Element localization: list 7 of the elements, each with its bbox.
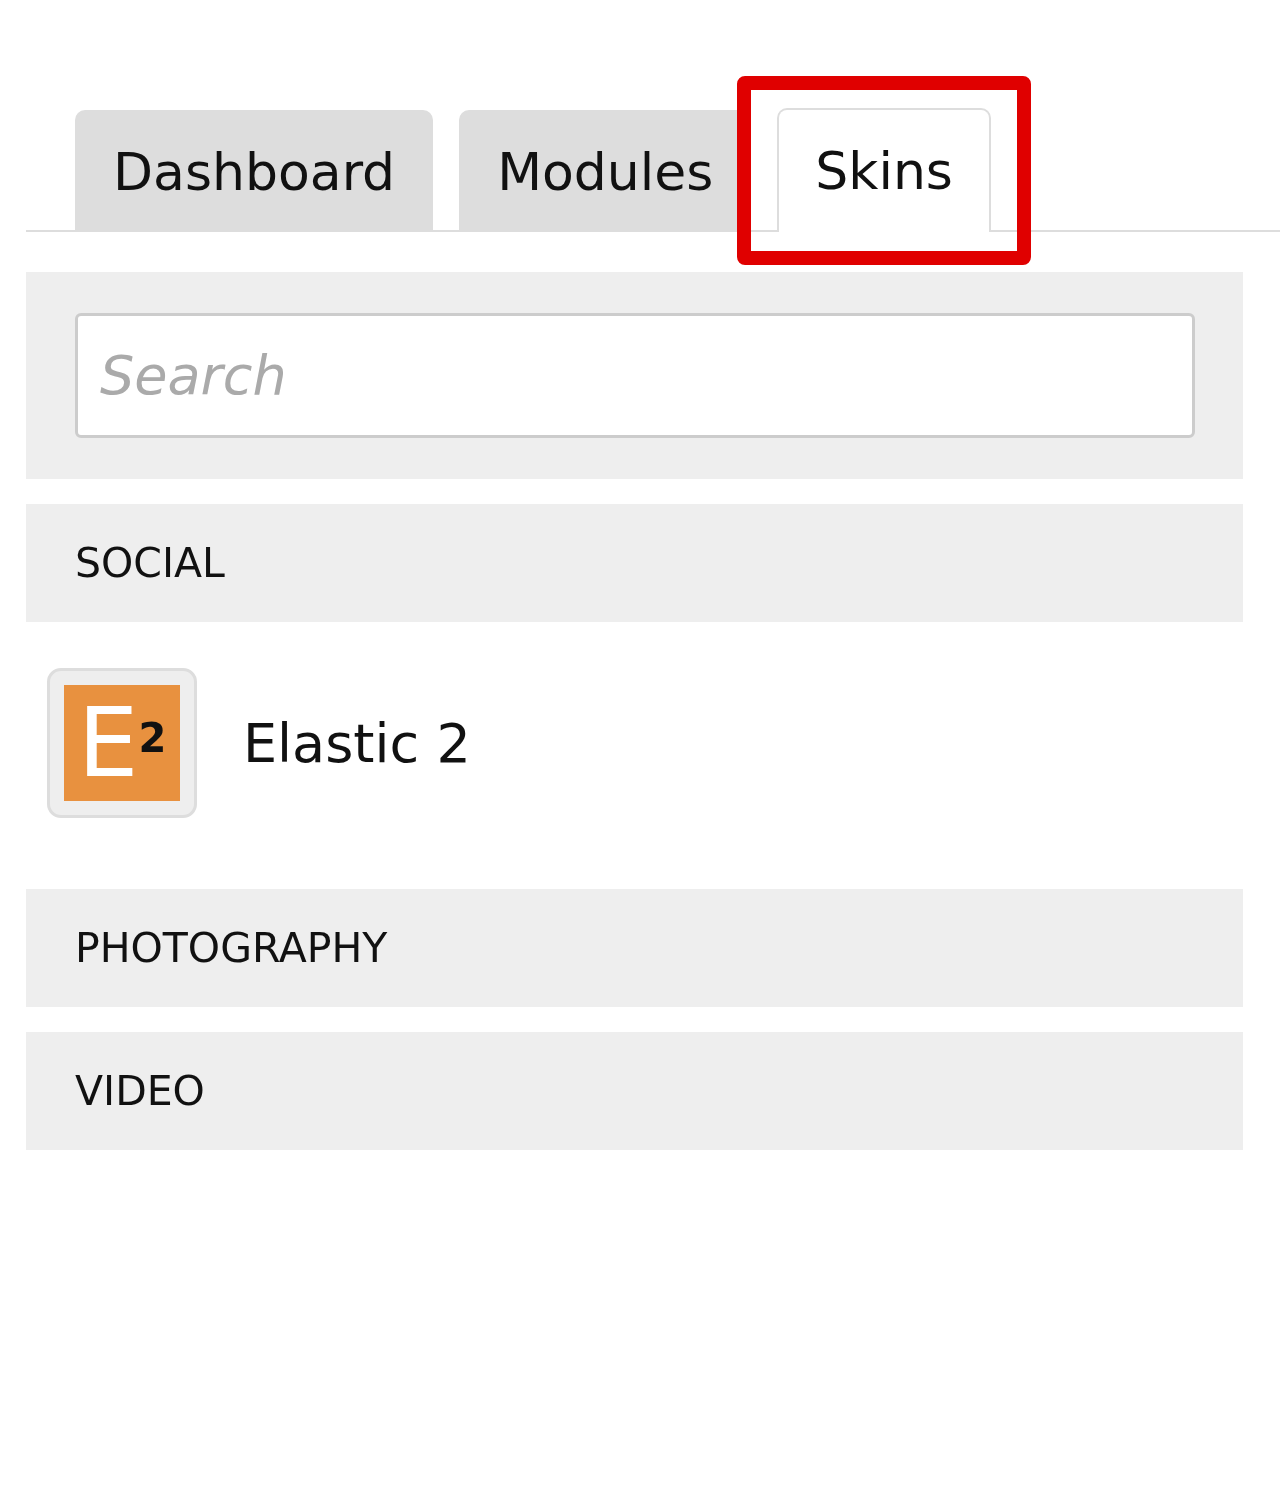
tab[interactable]: Dashboard — [75, 110, 434, 232]
category-header: SOCIAL — [26, 504, 1243, 622]
category-header: VIDEO — [26, 1032, 1243, 1150]
skin-name[interactable]: Elastic 2 — [243, 711, 471, 775]
category-header: PHOTOGRAPHY — [26, 889, 1243, 1007]
search-field[interactable]: Search — [75, 313, 1195, 438]
tab[interactable]: Skins — [777, 108, 991, 232]
